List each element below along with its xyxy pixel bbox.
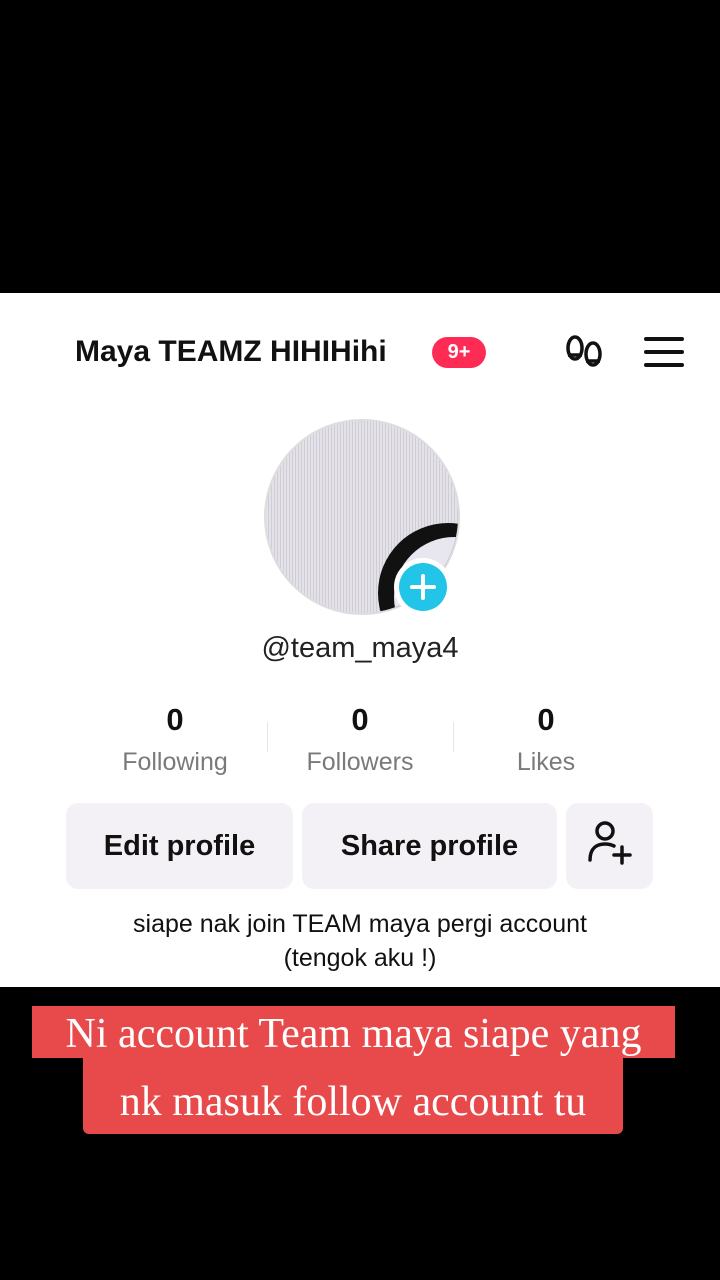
plus-icon [399,563,447,611]
bio-line: (tengok aku !) [283,944,437,972]
profile-handle: @team_maya4 [261,632,459,664]
add-avatar-button[interactable] [394,558,452,616]
following-count: 0 [166,702,184,737]
profile-bio: siape nak join TEAM maya pergi account (… [40,907,680,975]
share-profile-label: Share profile [340,829,519,862]
notification-badge: 9+ [432,337,486,368]
stat-followers[interactable]: 0 Followers [267,700,453,780]
followers-count: 0 [351,702,369,737]
add-friend-button[interactable] [566,803,653,889]
menu-icon[interactable] [643,334,685,370]
edit-profile-button[interactable]: Edit profile [66,803,293,889]
stat-following[interactable]: 0 Following [82,700,268,780]
followers-label: Followers [306,748,414,776]
following-label: Following [122,748,228,776]
likes-count: 0 [537,702,555,737]
caption-line: Ni account Team maya siape yang [32,1006,675,1058]
profile-username[interactable]: Maya TEAMZ HIHIHihi [75,330,387,374]
likes-label: Likes [516,748,576,776]
add-person-icon [586,818,634,874]
share-profile-button[interactable]: Share profile [302,803,557,889]
edit-profile-label: Edit profile [103,829,256,862]
bio-line: siape nak join TEAM maya pergi account [133,910,587,938]
footprints-icon[interactable] [562,330,606,374]
stat-likes[interactable]: 0 Likes [453,700,639,780]
caption-line: nk masuk follow account tu [83,1058,623,1134]
